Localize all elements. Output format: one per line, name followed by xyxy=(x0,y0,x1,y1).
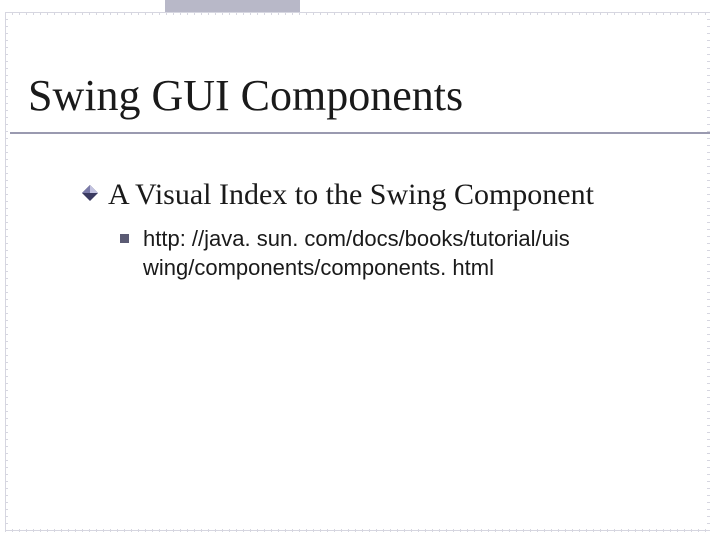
bullet-level1-text: A Visual Index to the Swing Component xyxy=(108,176,594,214)
bullet-level1: A Visual Index to the Swing Component xyxy=(82,176,594,214)
square-bullet-icon xyxy=(120,234,129,243)
diamond-bullet-icon xyxy=(82,185,98,206)
bullet-level2-text: http: //java. sun. com/docs/books/tutori… xyxy=(143,225,680,282)
bullet-level2: http: //java. sun. com/docs/books/tutori… xyxy=(120,225,680,282)
accent-bar xyxy=(165,0,300,12)
slide-title: Swing GUI Components xyxy=(28,70,463,121)
title-underline xyxy=(10,132,710,134)
